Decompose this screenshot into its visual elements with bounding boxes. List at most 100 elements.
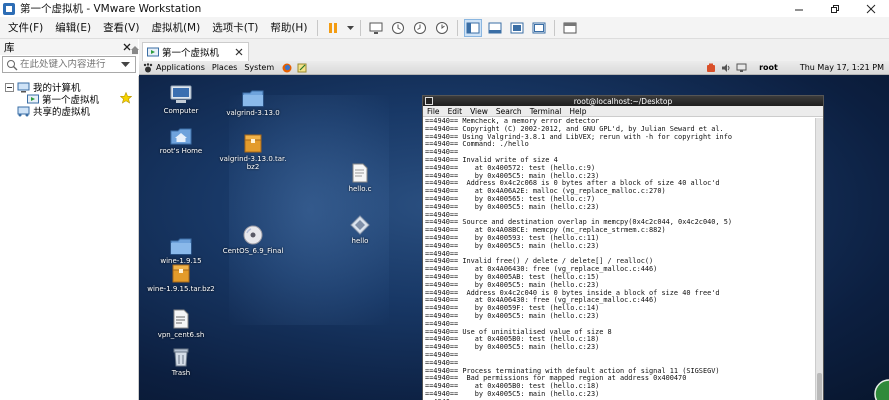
terminal-output[interactable]: ==4940== Memcheck, a memory error detect…: [425, 118, 813, 400]
terminal-line: ==4940== by 0x4005C5: main (hello.c:23): [425, 241, 600, 250]
menu-edit[interactable]: 编辑(E): [49, 20, 97, 35]
terminal-line: ==4940==: [425, 350, 459, 359]
terminal-title: root@localhost:~/Desktop: [573, 96, 673, 106]
desktop-icon-label: Computer: [163, 107, 199, 115]
terminal-window[interactable]: root@localhost:~/Desktop File Edit View …: [422, 95, 824, 400]
terminal-scrollbar[interactable]: [815, 118, 823, 400]
gnome-top-panel: Applications Places System root Thu May …: [139, 61, 889, 75]
suspend-button[interactable]: [324, 19, 342, 37]
panel-clock[interactable]: Thu May 17, 1:21 PM: [800, 63, 884, 72]
network-icon[interactable]: [736, 63, 747, 73]
menu-view[interactable]: 查看(V): [97, 20, 145, 35]
trash-icon: [173, 348, 189, 367]
desktop-icon-vpn-script[interactable]: vpn_cent6.sh: [141, 307, 221, 339]
restore-button[interactable]: [817, 0, 853, 17]
thumbnail-layout-icon: [488, 22, 502, 33]
desktop-icon-label: valgrind-3.13.0: [226, 109, 280, 117]
desktop-icon-computer[interactable]: Computer: [141, 83, 221, 115]
firefox-icon[interactable]: [282, 63, 292, 73]
close-window-button[interactable]: [853, 0, 889, 17]
vm-icon: [147, 47, 159, 56]
toolbar-separator: [457, 19, 459, 36]
library-search-input[interactable]: [18, 59, 108, 70]
script-icon: [173, 309, 189, 329]
library-search-box[interactable]: [2, 56, 136, 73]
library-title: 库: [4, 41, 15, 54]
terminal-menu-terminal[interactable]: Terminal: [530, 107, 562, 116]
archive-icon: [172, 264, 190, 283]
chevron-down-icon[interactable]: [121, 61, 130, 68]
terminal-line: ==4940== by 0x4005C5: main (hello.c:23): [425, 311, 600, 320]
close-tab-icon[interactable]: [235, 48, 243, 56]
terminal-menu-help[interactable]: Help: [569, 107, 586, 116]
vm-console[interactable]: Applications Places System root Thu May …: [139, 61, 889, 400]
desktop-icon-centos-disc[interactable]: CentOS_6.9_Final: [213, 223, 293, 255]
minimize-button[interactable]: [781, 0, 817, 17]
home-tab-icon[interactable]: [130, 45, 140, 55]
terminal-menu-file[interactable]: File: [427, 107, 440, 116]
clock-settings-icon: [436, 21, 449, 34]
desktop-icon-home[interactable]: root's Home: [141, 123, 221, 155]
menu-vm[interactable]: 虚拟机(M): [145, 20, 206, 35]
disc-icon: [243, 225, 263, 245]
panel-username[interactable]: root: [759, 63, 778, 72]
library-header: 库: [0, 39, 138, 55]
console-view-button[interactable]: [508, 19, 526, 37]
terminal-scroll-thumb[interactable]: [817, 373, 822, 400]
archive-icon: [244, 134, 262, 153]
title-bar: 第一个虚拟机 - VMware Workstation: [0, 0, 889, 17]
menu-help[interactable]: 帮助(H): [264, 20, 313, 35]
tab-label: 第一个虚拟机: [162, 48, 220, 59]
toolbar-separator: [360, 19, 362, 36]
terminal-titlebar[interactable]: root@localhost:~/Desktop: [423, 96, 823, 106]
desktop-icon-hello-c[interactable]: hello.c: [320, 161, 400, 193]
text-editor-icon[interactable]: [297, 63, 307, 73]
places-menu[interactable]: Places: [212, 63, 237, 72]
tab-first-vm[interactable]: 第一个虚拟机: [142, 42, 249, 61]
unity-button[interactable]: [561, 19, 579, 37]
snapshot-manager-button[interactable]: [433, 19, 451, 37]
menu-tabs[interactable]: 选项卡(T): [206, 20, 264, 35]
window-title: 第一个虚拟机 - VMware Workstation: [20, 3, 202, 15]
full-screen-button[interactable]: [530, 19, 548, 37]
desktop-icon-valgrind-archive[interactable]: valgrind-3.13.0.tar. bz2: [213, 131, 293, 171]
restore-icon: [831, 4, 839, 13]
terminal-menu-view[interactable]: View: [470, 107, 488, 116]
terminal-line: ==4940== by 0x4005C5: main (hello.c:23): [425, 389, 600, 398]
gnome-foot-icon: [143, 62, 153, 72]
shared-vm-icon: [17, 106, 30, 116]
terminal-line: ==4940== Command: ./hello: [425, 140, 529, 149]
power-dropdown-button[interactable]: [346, 19, 354, 37]
console-layout-icon: [510, 22, 524, 33]
volume-icon[interactable]: [721, 63, 731, 73]
applications-menu[interactable]: Applications: [156, 63, 205, 72]
terminal-menu-search[interactable]: Search: [496, 107, 522, 116]
update-notifier-icon[interactable]: [706, 63, 716, 73]
terminal-app-icon: [425, 97, 433, 105]
desktop-icon-valgrind-folder[interactable]: valgrind-3.13.0: [213, 85, 293, 117]
system-menu[interactable]: System: [244, 63, 274, 72]
menu-file[interactable]: 文件(F): [2, 20, 49, 35]
favorite-star-icon[interactable]: [120, 92, 132, 104]
show-library-button[interactable]: [464, 18, 483, 37]
desktop-icon-label: CentOS_6.9_Final: [222, 247, 284, 255]
guest-desktop[interactable]: Computer valgrind-3.13.0 root's Home val…: [139, 75, 889, 400]
snapshot-button[interactable]: [389, 19, 407, 37]
terminal-menu-edit[interactable]: Edit: [448, 107, 463, 116]
tree-item-shared-vms[interactable]: 共享的虚拟机: [17, 105, 90, 118]
thumbnail-bar-button[interactable]: [486, 19, 504, 37]
home-icon: [170, 128, 192, 145]
desktop-icon-wine-archive[interactable]: wine-1.9.15.tar.bz2: [141, 261, 221, 293]
terminal-line: ==4940== by 0x4005C5: main (hello.c:23): [425, 202, 600, 211]
desktop-icon-label: hello: [351, 237, 369, 245]
desktop-icon-label: Trash: [171, 369, 191, 377]
folder-icon: [242, 90, 264, 107]
send-ctrl-alt-del-button[interactable]: [367, 19, 385, 37]
collapse-icon[interactable]: [5, 82, 14, 92]
unity-window-icon: [563, 22, 577, 33]
desktop-icon-hello[interactable]: hello: [320, 213, 400, 245]
desktop-icon-trash[interactable]: Trash: [141, 345, 221, 377]
toolbar-separator: [317, 19, 319, 36]
revert-snapshot-button[interactable]: [411, 19, 429, 37]
search-icon: [7, 59, 18, 70]
